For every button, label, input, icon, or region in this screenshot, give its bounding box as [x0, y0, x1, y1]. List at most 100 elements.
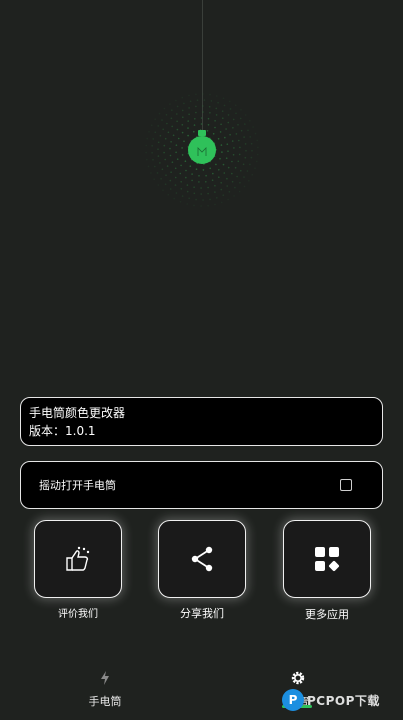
glow-dot	[202, 169, 205, 171]
share-icon	[191, 546, 213, 572]
light-bulb-icon[interactable]	[187, 130, 217, 166]
glow-dot	[225, 157, 228, 159]
glow-dot	[196, 99, 199, 101]
glow-dot	[193, 186, 195, 188]
glow-dot	[211, 179, 214, 181]
glow-dot	[152, 138, 154, 140]
glow-dot	[218, 169, 220, 171]
glow-dot	[151, 145, 153, 147]
glow-dot	[243, 185, 246, 188]
glow-dot	[193, 124, 196, 126]
glow-dot	[169, 103, 171, 105]
glow-dot	[175, 192, 178, 194]
more-apps-label: 更多应用	[305, 608, 349, 621]
glow-dot	[172, 134, 175, 137]
glow-dot	[233, 147, 235, 149]
share-button[interactable]	[158, 520, 246, 598]
glow-dot	[220, 144, 223, 146]
glow-dot	[250, 142, 253, 145]
glow-dot	[234, 186, 236, 189]
glow-dot	[233, 195, 235, 197]
glow-dot	[180, 164, 182, 167]
glow-dot	[164, 158, 166, 161]
glow-dot	[227, 166, 230, 169]
glow-dot	[209, 93, 211, 96]
glow-dot	[252, 126, 254, 128]
glow-dot	[222, 117, 224, 119]
glow-dot	[184, 160, 187, 162]
rate-us-label: 评价我们	[58, 609, 98, 620]
glow-dot	[169, 188, 172, 190]
glow-dot	[223, 172, 226, 174]
glow-dot	[171, 161, 174, 163]
glow-dot	[162, 128, 164, 131]
glow-dot	[182, 116, 184, 118]
glow-dot	[180, 188, 183, 190]
glow-dot	[244, 143, 247, 145]
glow-dot	[162, 189, 164, 191]
glow-dot	[240, 129, 243, 132]
glow-dot	[174, 176, 177, 179]
glow-dot	[147, 165, 150, 168]
glow-dot	[227, 114, 230, 116]
glow-dot	[205, 181, 207, 183]
glow-dot	[214, 120, 216, 122]
glow-dot	[154, 165, 156, 168]
glow-dot	[176, 105, 179, 108]
glow-dot	[202, 111, 204, 113]
glow-dot	[257, 146, 259, 149]
glow-dot	[217, 138, 220, 140]
glow-dot	[188, 94, 190, 97]
glow-dot	[154, 131, 157, 134]
glow-dot	[227, 198, 229, 201]
thumbs-up-icon	[66, 546, 90, 571]
glow-dot	[146, 158, 148, 161]
glow-dot	[165, 174, 167, 176]
glow-dot	[186, 184, 189, 186]
app-info-card: 手电筒颜色更改器 版本：1.0.1	[20, 397, 383, 446]
glow-dot	[151, 152, 153, 154]
glow-dot	[250, 156, 253, 159]
glow-dot	[171, 125, 173, 128]
glow-dot	[209, 112, 211, 114]
glow-dot	[164, 137, 167, 140]
glow-dot	[170, 141, 172, 143]
rate-us-button[interactable]	[34, 520, 122, 598]
flashlight-screen: 手电筒颜色更改器 版本：1.0.1 摇动打开手电筒 评价我们 分享我们 更多应用…	[0, 0, 403, 720]
glow-dot	[209, 198, 211, 201]
glow-dot	[159, 162, 161, 164]
glow-dot	[202, 199, 204, 201]
glow-dot	[220, 123, 222, 126]
glow-dot	[251, 173, 254, 176]
glow-dot	[181, 124, 184, 126]
glow-dot	[179, 172, 182, 175]
glow-dot	[234, 166, 237, 169]
glow-dot	[225, 128, 227, 130]
nav-label-flashlight: 手电筒	[88, 695, 122, 708]
glow-dot	[153, 178, 155, 180]
glow-dot	[195, 168, 198, 170]
glow-dot	[221, 110, 224, 112]
glow-dot	[232, 154, 235, 156]
glow-dot	[212, 172, 214, 175]
more-apps-button[interactable]	[283, 520, 371, 598]
glow-dot	[226, 177, 228, 180]
glow-dot	[157, 125, 159, 127]
glow-dot	[161, 119, 163, 121]
nav-tab-flashlight[interactable]: 手电筒	[55, 670, 155, 709]
glow-dot	[249, 163, 251, 166]
glow-dot	[176, 113, 178, 115]
glow-dot	[188, 197, 190, 200]
glow-dot	[239, 181, 241, 184]
glow-dot	[236, 175, 238, 178]
glow-dot	[231, 140, 234, 142]
glow-dot	[226, 185, 228, 187]
glow-dot	[229, 133, 231, 136]
glow-dot	[183, 140, 185, 143]
glow-dot	[238, 153, 241, 156]
shake-toggle-row[interactable]: 摇动打开手电筒	[20, 461, 383, 509]
glow-dot	[222, 194, 225, 196]
glow-dot	[202, 93, 204, 95]
glow-dot	[195, 198, 197, 201]
shake-checkbox[interactable]	[340, 479, 352, 491]
